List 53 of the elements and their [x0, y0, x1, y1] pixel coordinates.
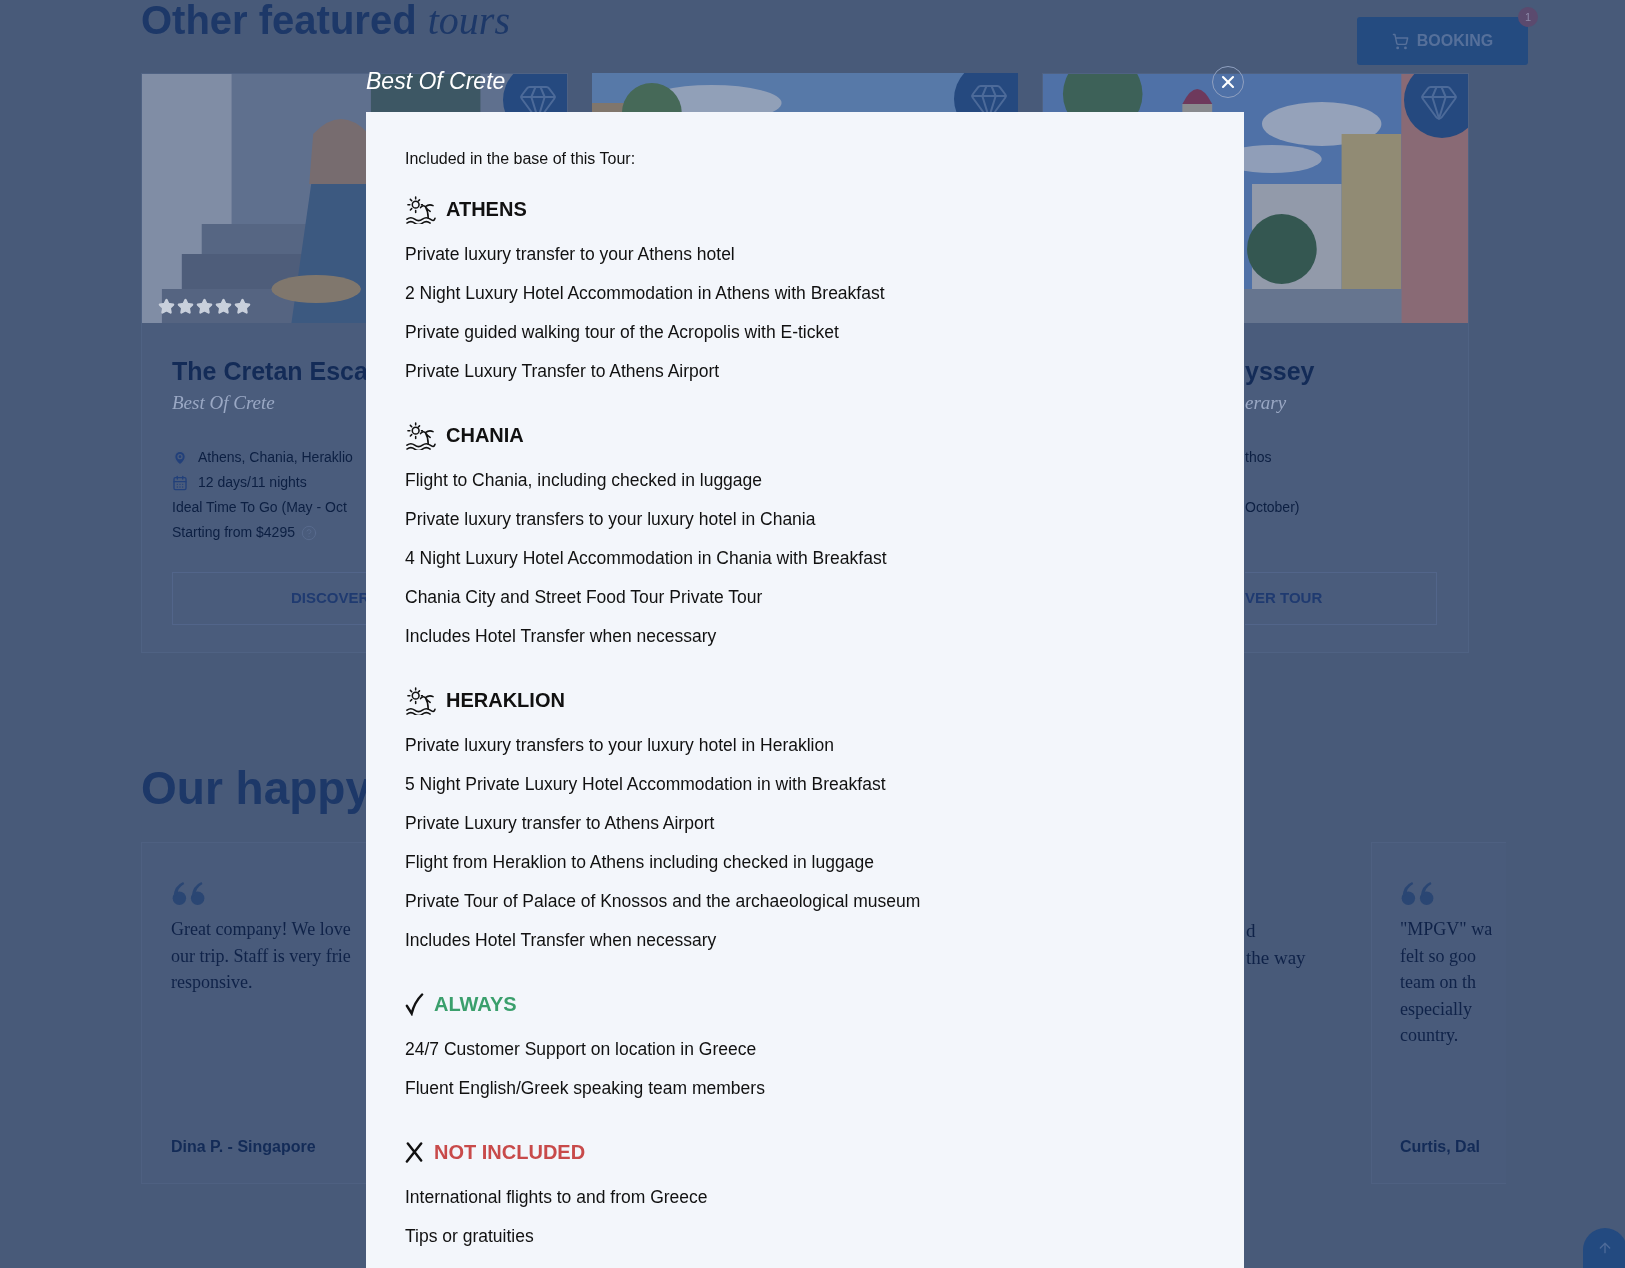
modal-title: Best Of Crete — [366, 67, 506, 96]
cart-count-badge: 1 — [1518, 7, 1538, 27]
tour-title: yssey — [1245, 356, 1315, 387]
tour-detail: thos — [1245, 448, 1272, 467]
check-icon — [405, 992, 424, 1016]
included-item: Fluent English/Greek speaking team members — [405, 1077, 766, 1100]
cross-icon — [405, 1141, 424, 1163]
included-item: Private Luxury transfer to Athens Airport — [405, 812, 716, 835]
sun-palm-icon — [405, 420, 436, 450]
included-item: Includes Hotel Transfer when necessary — [405, 929, 718, 952]
star-icon — [158, 298, 175, 315]
tour-detail: October) — [1245, 498, 1300, 517]
included-item: Flight to Chania, including checked in luggage — [405, 469, 764, 492]
included-item: Tips or gratuities — [405, 1225, 535, 1248]
sun-palm-icon — [405, 194, 436, 224]
tour-detail: Ideal Time To Go (May - Oct — [172, 498, 347, 517]
included-item: 4 Night Luxury Hotel Accommodation in Chania with Breakfast — [405, 547, 888, 570]
included-item: International flights to and from Greece — [405, 1186, 709, 1209]
review-text: "MPGV" wa felt so goo team on th especially country. — [1400, 918, 1493, 1047]
included-item: Private luxury transfer to your Athens hotel — [405, 243, 736, 266]
review-text: d the way — [1246, 919, 1306, 970]
included-item: Includes Hotel Transfer when necessary — [405, 625, 718, 648]
included-item: Private Luxury Transfer to Athens Airport — [405, 360, 721, 383]
section-heading: ALWAYS — [434, 992, 517, 1017]
tour-detail: Starting from $4295 — [172, 523, 295, 542]
tour-detail: Athens, Chania, Heraklio — [198, 448, 353, 467]
section-heading: HERAKLION — [446, 688, 565, 713]
quote-icon — [171, 881, 207, 906]
modal-intro: Included in the base of this Tour: — [405, 149, 637, 169]
location-pin-icon — [172, 449, 188, 466]
section-heading: ATHENS — [446, 197, 527, 222]
tour-detail: 12 days/11 nights — [198, 473, 307, 492]
included-item: Private guided walking tour of the Acropolis with E-ticket — [405, 321, 840, 344]
included-item: Private Tour of Palace of Knossos and the archaeological museum — [405, 890, 922, 913]
included-item: 5 Night Private Luxury Hotel Accommodation in with Breakfast — [405, 773, 887, 796]
included-item: Private luxury transfers to your luxury hotel in Heraklion — [405, 734, 835, 757]
star-icon — [196, 298, 213, 315]
sun-palm-icon — [405, 685, 436, 715]
review-text: Great company! We love our trip. Staff is very frie responsive. — [171, 918, 351, 994]
calendar-icon — [172, 474, 188, 491]
star-icon — [234, 298, 251, 315]
tour-subtitle: erary — [1245, 391, 1287, 415]
tour-subtitle: Best Of Crete — [172, 391, 275, 415]
included-item: 24/7 Customer Support on location in Greece — [405, 1038, 758, 1061]
cart-icon — [1391, 32, 1409, 50]
star-icon — [215, 298, 232, 315]
section-heading: CHANIA — [446, 423, 524, 448]
included-item: Private luxury transfers to your luxury hotel in Chania — [405, 508, 817, 531]
star-icon — [177, 298, 194, 315]
included-item: 2 Night Luxury Hotel Accommodation in Athens with Breakfast — [405, 282, 886, 305]
included-item: Flight from Heraklion to Athens including checked in luggage — [405, 851, 875, 874]
section-heading: NOT INCLUDED — [434, 1140, 586, 1165]
quote-icon — [1400, 881, 1436, 906]
